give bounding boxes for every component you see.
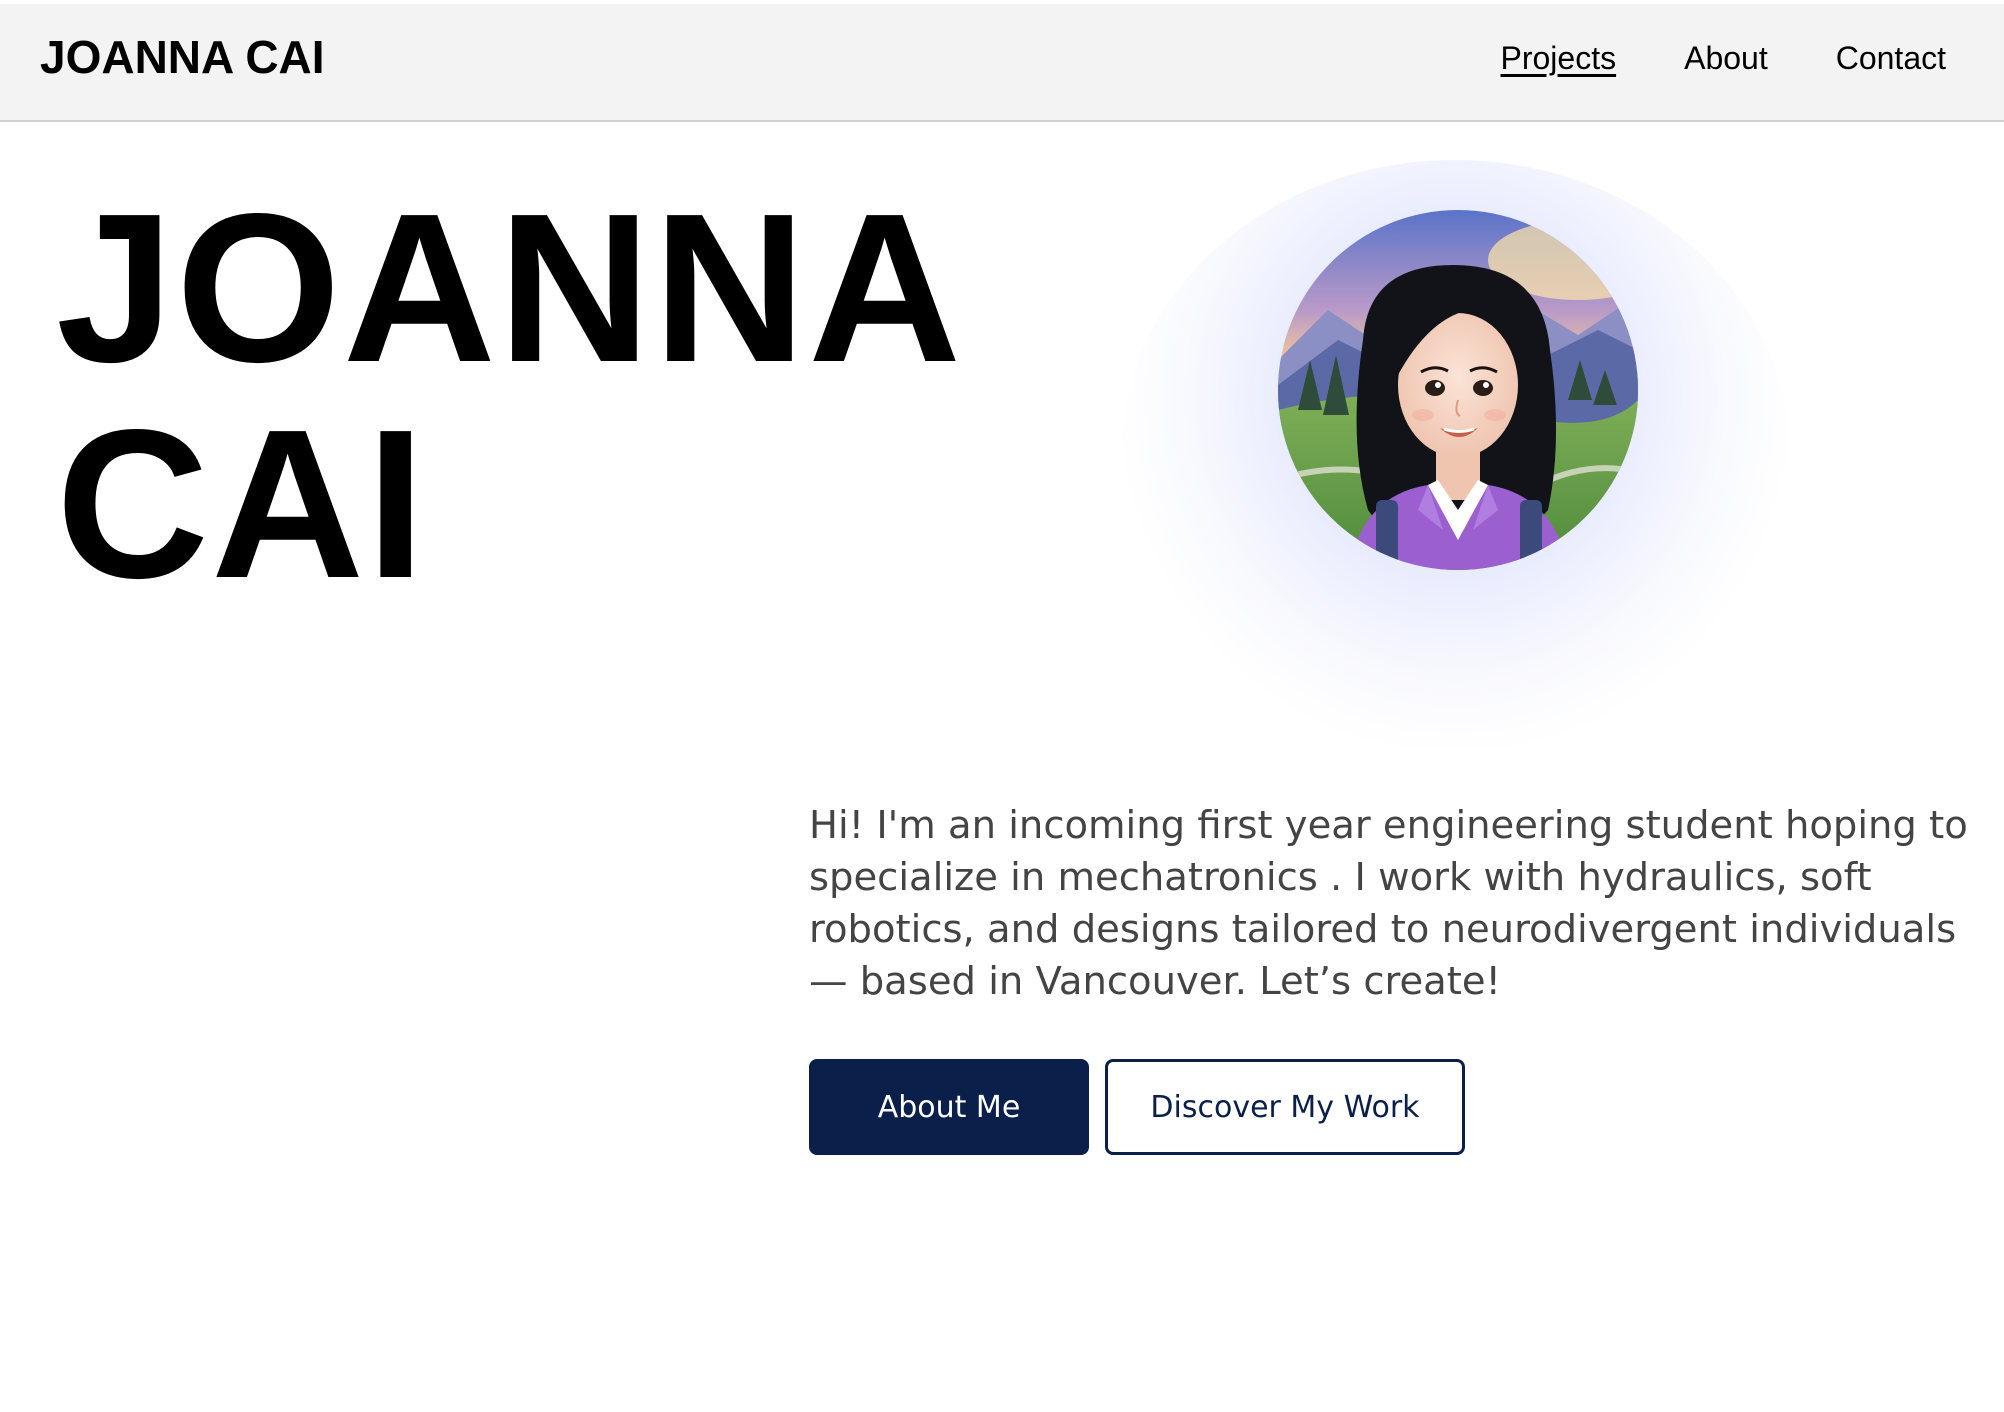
hero-title: JOANNA CAI bbox=[56, 180, 963, 612]
avatar bbox=[1278, 210, 1638, 570]
discover-my-work-button[interactable]: Discover My Work bbox=[1105, 1059, 1465, 1155]
hero-actions: About Me Discover My Work bbox=[809, 1059, 1465, 1155]
intro-paragraph: Hi! I'm an incoming first year engineeri… bbox=[809, 803, 1968, 1004]
main-nav: Projects About Contact bbox=[1433, 42, 1947, 74]
about-me-button[interactable]: About Me bbox=[809, 1059, 1089, 1155]
hero-title-line-2: CAI bbox=[56, 385, 428, 622]
avatar-illustration bbox=[1278, 210, 1638, 570]
hero-title-line-1: JOANNA bbox=[56, 169, 964, 406]
nav-link-contact[interactable]: Contact bbox=[1836, 42, 1946, 74]
site-logo-text[interactable]: JOANNA CAI bbox=[40, 34, 325, 80]
site-header: JOANNA CAI Projects About Contact bbox=[0, 4, 2004, 122]
nav-link-projects[interactable]: Projects bbox=[1501, 42, 1617, 74]
nav-link-about[interactable]: About bbox=[1684, 42, 1768, 74]
page: JOANNA CAI Projects About Contact JOANNA… bbox=[0, 0, 2004, 1412]
